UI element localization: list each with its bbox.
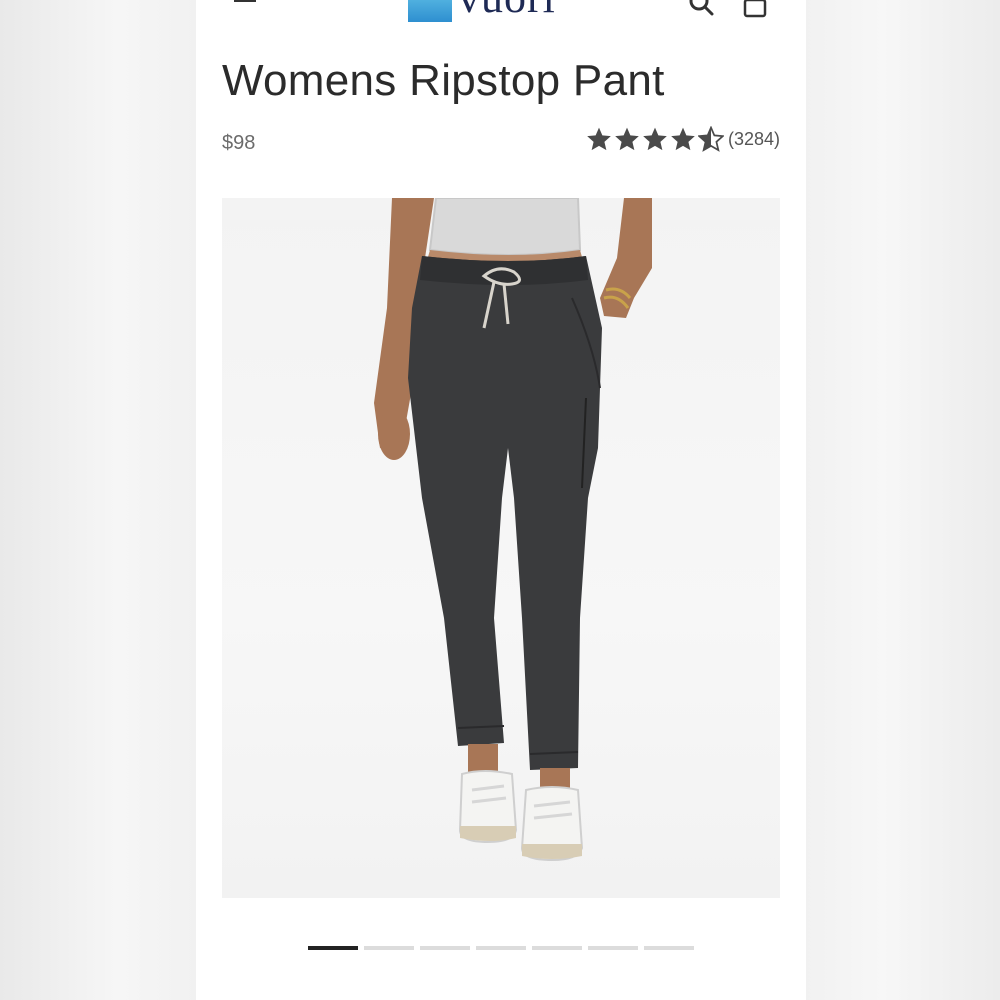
brand-logo[interactable]: vuori bbox=[408, 0, 556, 22]
logo-mark-icon bbox=[408, 0, 452, 22]
pager-dot-active[interactable] bbox=[308, 946, 358, 950]
brand-name: vuori bbox=[458, 0, 556, 20]
pager-dot[interactable] bbox=[476, 946, 526, 950]
image-pager bbox=[308, 946, 700, 950]
product-page: vuori Womens Ripstop Pant $98 (3284) bbox=[196, 0, 806, 1000]
pager-dot[interactable] bbox=[532, 946, 582, 950]
pants-photo-illustration bbox=[374, 198, 652, 862]
menu-icon[interactable] bbox=[234, 0, 256, 2]
product-image[interactable] bbox=[222, 198, 780, 898]
star-full-icon bbox=[587, 127, 611, 151]
product-rating[interactable]: (3284) bbox=[586, 126, 780, 152]
pager-dot[interactable] bbox=[588, 946, 638, 950]
pager-dot[interactable] bbox=[364, 946, 414, 950]
search-icon[interactable] bbox=[688, 0, 714, 16]
product-title: Womens Ripstop Pant bbox=[222, 56, 665, 105]
star-full-icon bbox=[671, 127, 695, 151]
background-right bbox=[804, 0, 1000, 1000]
product-price: $98 bbox=[222, 132, 256, 154]
pager-dot[interactable] bbox=[420, 946, 470, 950]
star-full-icon bbox=[615, 127, 639, 151]
star-half-icon bbox=[697, 126, 724, 152]
star-full-icon bbox=[643, 127, 667, 151]
bag-icon[interactable] bbox=[742, 0, 768, 18]
review-count: (3284) bbox=[727, 128, 780, 149]
pager-dot[interactable] bbox=[644, 946, 694, 950]
background-left bbox=[0, 0, 196, 1000]
